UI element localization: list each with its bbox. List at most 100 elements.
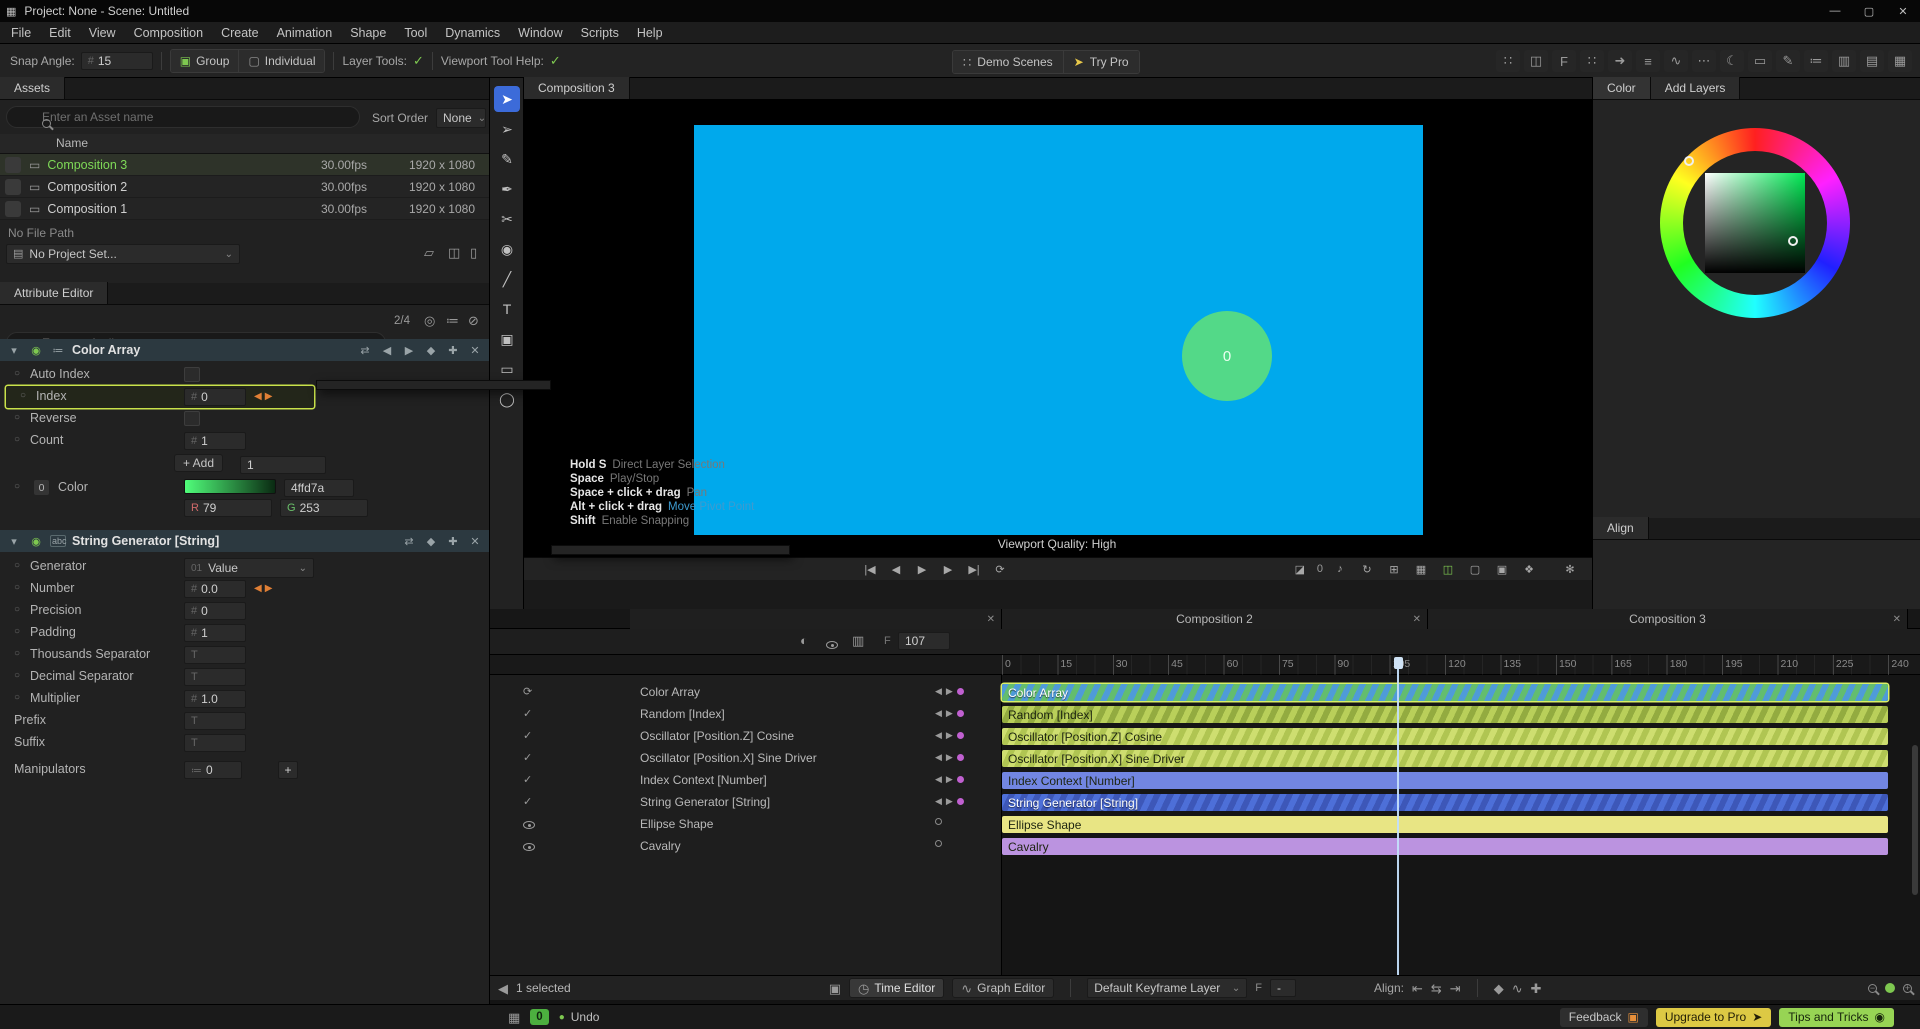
keyframe-layer-dropdown[interactable]: Default Keyframe Layer ⌄ <box>1087 978 1248 998</box>
ellipse-shape[interactable]: 0 <box>1182 311 1272 401</box>
try-pro-button[interactable]: ➤ Try Pro <box>1062 51 1139 73</box>
refresh-icon[interactable]: ↻ <box>1357 559 1377 579</box>
menu-edit[interactable]: Edit <box>40 22 80 44</box>
keyframe-circle-icon[interactable] <box>935 840 942 847</box>
maximize-button[interactable]: ▢ <box>1852 0 1886 22</box>
asset-search[interactable] <box>6 106 360 128</box>
text-field[interactable]: T <box>184 646 246 664</box>
next-keyframe-icon[interactable]: ▶ <box>946 730 953 741</box>
graph-editor-button[interactable]: ∿ Graph Editor <box>952 978 1055 998</box>
keyframe-circle-icon[interactable] <box>935 818 942 825</box>
transform-tool[interactable]: ▣ <box>494 326 520 352</box>
feedback-button[interactable]: Feedback ▣ <box>1559 1007 1648 1027</box>
more-options-icon[interactable]: ⋯ <box>1692 50 1716 72</box>
keyframe-dot-icon[interactable]: ○ <box>14 481 20 492</box>
align-keys-left-icon[interactable]: ⇤ <box>1412 982 1423 995</box>
color-marker[interactable] <box>1788 236 1798 246</box>
close-tab-icon[interactable]: ✕ <box>1413 614 1421 625</box>
export-icon[interactable]: ➜ <box>1608 50 1632 72</box>
zoom-out-icon[interactable]: − <box>1868 983 1877 993</box>
pen-tool[interactable]: ✒ <box>494 176 520 202</box>
align-keys-right-icon[interactable]: ⇥ <box>1450 982 1461 995</box>
add-manipulator-button[interactable]: + <box>278 761 298 779</box>
track-bar-ellipse-shape[interactable]: Ellipse Shape <box>1002 816 1889 833</box>
cycle-icon[interactable]: ⟳ <box>523 685 532 698</box>
color-array-section-header[interactable]: ▾ ◉ ≔ Color Array ⇄ ◀ ▶ ◆ ✚ ✕ <box>0 339 489 361</box>
close-section-icon[interactable]: ✕ <box>467 535 483 548</box>
next-keyframe-icon[interactable]: ▶ <box>946 796 953 807</box>
collapse-caret-icon[interactable]: ▾ <box>6 344 22 357</box>
number-field[interactable]: #0 <box>184 388 246 406</box>
layer-row-random-index[interactable]: ✓ Random [Index] ◀ ▶ <box>490 706 1002 723</box>
keyframe-dot-icon[interactable]: ○ <box>14 604 20 615</box>
previous-frame-button[interactable]: ◀ <box>886 559 906 579</box>
keyframe-dot-icon[interactable]: ○ <box>14 412 20 423</box>
asset-color-chip[interactable] <box>5 156 21 173</box>
menu-tool[interactable]: Tool <box>395 22 436 44</box>
wave-icon[interactable]: ∿ <box>1664 50 1688 72</box>
checkbox[interactable] <box>184 367 200 382</box>
draw-tool[interactable]: ✎ <box>494 146 520 172</box>
f-curve-field[interactable]: - <box>1269 979 1296 997</box>
columns-icon[interactable]: ▥ <box>852 634 864 647</box>
skip-to-start-button[interactable]: |◀ <box>860 559 880 579</box>
grid-layout-icon[interactable]: ▦ <box>1888 50 1912 72</box>
timeline-tab-0[interactable]: ✕ <box>630 609 1002 629</box>
attribute-editor-tab[interactable]: Attribute Editor <box>0 282 109 304</box>
red-field[interactable]: R 79 <box>184 499 272 517</box>
keyframe-icon[interactable]: ◆ <box>1494 982 1504 995</box>
add-icon[interactable]: ✚ <box>445 535 461 548</box>
folder-icon[interactable]: ▱ <box>424 246 434 259</box>
enabled-check-icon[interactable]: ✓ <box>523 795 532 808</box>
color-wheel[interactable] <box>1660 128 1850 318</box>
project-set-dropdown[interactable]: ▤ No Project Set... ⌄ <box>6 244 240 264</box>
saturation-value-square[interactable] <box>1705 173 1805 273</box>
name-column-header[interactable]: Name <box>56 136 88 150</box>
add-key-icon[interactable]: ✚ <box>1531 982 1542 995</box>
search-options-icon[interactable]: ◎ <box>424 314 435 327</box>
enable-toggle-icon[interactable]: ◉ <box>28 535 44 548</box>
asset-color-chip[interactable] <box>5 200 21 217</box>
green-field[interactable]: G 253 <box>280 499 368 517</box>
visibility-column-icon[interactable] <box>826 637 838 652</box>
layer-row-cavalry[interactable]: Cavalry <box>490 838 1002 855</box>
manipulators-field[interactable]: ≔ 0 <box>184 761 242 779</box>
components-grid-icon[interactable]: ∷ <box>1496 50 1520 72</box>
audio-icon[interactable]: ♪ <box>1330 559 1350 579</box>
collapse-caret-icon[interactable]: ▾ <box>6 535 22 548</box>
timeline-tab-composition-2[interactable]: Composition 2 ✕ <box>1002 609 1428 629</box>
back-icon[interactable]: ◀ <box>498 982 508 995</box>
layer-row-oscillator-position-z-cosine[interactable]: ✓ Oscillator [Position.Z] Cosine ◀ ▶ <box>490 728 1002 745</box>
menu-view[interactable]: View <box>80 22 125 44</box>
ruler-icon[interactable]: ▭ <box>1748 50 1772 72</box>
enabled-check-icon[interactable]: ✓ <box>523 773 532 786</box>
clear-search-icon[interactable]: ⊘ <box>468 314 479 327</box>
align-row-icon[interactable]: ≔ <box>1804 50 1828 72</box>
swap-connections-icon[interactable]: ⇄ <box>357 344 373 357</box>
time-editor-button[interactable]: ◷ Time Editor <box>849 978 945 998</box>
enable-toggle-icon[interactable]: ◉ <box>28 344 44 357</box>
track-bar-color-array[interactable]: Color Array <box>1002 684 1889 701</box>
tab-add-layers[interactable]: Add Layers <box>1650 77 1741 99</box>
menu-scripts[interactable]: Scripts <box>572 22 628 44</box>
next-key-icon[interactable]: ▶ <box>401 344 417 357</box>
previous-keyframe-icon[interactable]: ◀ <box>935 774 942 785</box>
string-generator-section-header[interactable]: ▾ ◉ abc String Generator [String] ⇄ ◆ ✚ … <box>0 530 489 552</box>
previous-keyframe-icon[interactable]: ◀ <box>935 686 942 697</box>
number-field[interactable]: #1 <box>184 624 246 642</box>
overlays-icon[interactable]: ❖ <box>1519 559 1539 579</box>
timeline-ruler[interactable]: 0153045607590105120135150165180195210225… <box>490 655 1920 675</box>
stack-icon[interactable]: ≡ <box>1636 50 1660 72</box>
panels-icon[interactable]: ◫ <box>1524 50 1548 72</box>
pixel-grid-icon[interactable]: ▦ <box>1411 559 1431 579</box>
previous-keyframe-icon[interactable]: ◀ <box>935 796 942 807</box>
zoom-slider-handle[interactable] <box>1885 983 1895 993</box>
hue-marker[interactable] <box>1684 156 1694 166</box>
enabled-check-icon[interactable]: ✓ <box>523 751 532 764</box>
text-field[interactable]: T <box>184 668 246 686</box>
next-keyframe-icon[interactable]: ▶ <box>265 391 273 402</box>
gear-icon[interactable]: ✻ <box>1560 559 1580 579</box>
current-frame-field[interactable]: 107 <box>898 632 950 650</box>
keyframe-dot-icon[interactable]: ○ <box>14 648 20 659</box>
track-bar-oscillator-position-x-sine-driver[interactable]: Oscillator [Position.X] Sine Driver <box>1002 750 1889 767</box>
